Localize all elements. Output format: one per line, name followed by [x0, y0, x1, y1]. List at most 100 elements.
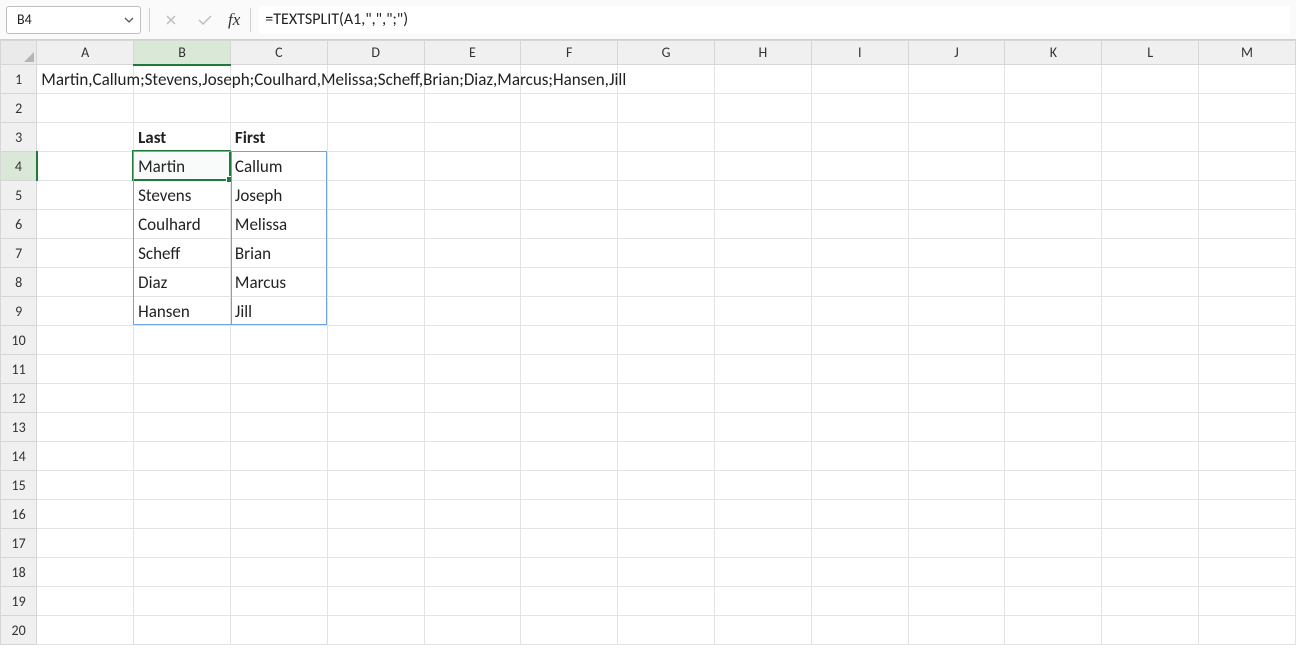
cell-E6[interactable] — [424, 210, 521, 239]
cell-L11[interactable] — [1102, 355, 1199, 384]
cell-J9[interactable] — [908, 297, 1005, 326]
row-header-18[interactable]: 18 — [1, 558, 37, 587]
cell-D3[interactable] — [327, 123, 424, 152]
cell-G9[interactable] — [618, 297, 715, 326]
cell-G13[interactable] — [618, 413, 715, 442]
cell-G15[interactable] — [618, 471, 715, 500]
cell-E1[interactable] — [424, 65, 521, 94]
cell-G5[interactable] — [618, 181, 715, 210]
cell-B13[interactable] — [134, 413, 231, 442]
cell-F17[interactable] — [521, 529, 618, 558]
cell-M20[interactable] — [1199, 616, 1296, 645]
column-header-G[interactable]: G — [618, 41, 715, 65]
cell-F9[interactable] — [521, 297, 618, 326]
cell-G3[interactable] — [618, 123, 715, 152]
cell-B17[interactable] — [134, 529, 231, 558]
cell-F4[interactable] — [521, 152, 618, 181]
cell-J6[interactable] — [908, 210, 1005, 239]
row-header-17[interactable]: 17 — [1, 529, 37, 558]
cell-B19[interactable] — [134, 587, 231, 616]
cell-A11[interactable] — [37, 355, 134, 384]
cell-D13[interactable] — [327, 413, 424, 442]
cell-M17[interactable] — [1199, 529, 1296, 558]
cell-G7[interactable] — [618, 239, 715, 268]
cell-H4[interactable] — [714, 152, 811, 181]
cell-I6[interactable] — [811, 210, 908, 239]
cell-E5[interactable] — [424, 181, 521, 210]
column-header-A[interactable]: A — [37, 41, 134, 65]
cell-M13[interactable] — [1199, 413, 1296, 442]
cell-K16[interactable] — [1005, 500, 1102, 529]
cell-G12[interactable] — [618, 384, 715, 413]
cell-I10[interactable] — [811, 326, 908, 355]
cell-I13[interactable] — [811, 413, 908, 442]
cell-M11[interactable] — [1199, 355, 1296, 384]
cell-B11[interactable] — [134, 355, 231, 384]
cell-F12[interactable] — [521, 384, 618, 413]
column-header-D[interactable]: D — [327, 41, 424, 65]
cell-B2[interactable] — [134, 94, 231, 123]
cell-J7[interactable] — [908, 239, 1005, 268]
cell-C1[interactable] — [230, 65, 327, 94]
cell-A1[interactable]: Martin,Callum;Stevens,Joseph;Coulhard,Me… — [37, 65, 134, 94]
cell-G4[interactable] — [618, 152, 715, 181]
cell-K6[interactable] — [1005, 210, 1102, 239]
cell-G14[interactable] — [618, 442, 715, 471]
cell-M14[interactable] — [1199, 442, 1296, 471]
cell-J3[interactable] — [908, 123, 1005, 152]
cell-I18[interactable] — [811, 558, 908, 587]
row-header-6[interactable]: 6 — [1, 210, 37, 239]
cell-F5[interactable] — [521, 181, 618, 210]
select-all-corner[interactable] — [1, 41, 37, 65]
cell-C14[interactable] — [230, 442, 327, 471]
column-header-E[interactable]: E — [424, 41, 521, 65]
cell-C3[interactable]: First — [230, 123, 327, 152]
cell-B15[interactable] — [134, 471, 231, 500]
cell-M7[interactable] — [1199, 239, 1296, 268]
cell-G1[interactable] — [618, 65, 715, 94]
cell-E19[interactable] — [424, 587, 521, 616]
cell-B18[interactable] — [134, 558, 231, 587]
cell-F8[interactable] — [521, 268, 618, 297]
cell-D14[interactable] — [327, 442, 424, 471]
cell-H5[interactable] — [714, 181, 811, 210]
cell-J17[interactable] — [908, 529, 1005, 558]
cell-I19[interactable] — [811, 587, 908, 616]
cell-E3[interactable] — [424, 123, 521, 152]
cell-B9[interactable]: Hansen — [134, 297, 231, 326]
cell-I1[interactable] — [811, 65, 908, 94]
cell-D6[interactable] — [327, 210, 424, 239]
cell-F18[interactable] — [521, 558, 618, 587]
cell-G16[interactable] — [618, 500, 715, 529]
cell-G2[interactable] — [618, 94, 715, 123]
cell-C6[interactable]: Melissa — [230, 210, 327, 239]
cell-H20[interactable] — [714, 616, 811, 645]
cell-K20[interactable] — [1005, 616, 1102, 645]
row-header-4[interactable]: 4 — [1, 152, 37, 181]
cell-C16[interactable] — [230, 500, 327, 529]
cell-I5[interactable] — [811, 181, 908, 210]
cell-H7[interactable] — [714, 239, 811, 268]
cell-L3[interactable] — [1102, 123, 1199, 152]
cell-G6[interactable] — [618, 210, 715, 239]
cell-C10[interactable] — [230, 326, 327, 355]
cell-K5[interactable] — [1005, 181, 1102, 210]
cell-D12[interactable] — [327, 384, 424, 413]
cell-A2[interactable] — [37, 94, 134, 123]
cell-J10[interactable] — [908, 326, 1005, 355]
cell-J16[interactable] — [908, 500, 1005, 529]
cell-G20[interactable] — [618, 616, 715, 645]
column-header-K[interactable]: K — [1005, 41, 1102, 65]
cell-I3[interactable] — [811, 123, 908, 152]
cell-M5[interactable] — [1199, 181, 1296, 210]
cell-M1[interactable] — [1199, 65, 1296, 94]
cell-D7[interactable] — [327, 239, 424, 268]
cell-K2[interactable] — [1005, 94, 1102, 123]
cell-F1[interactable] — [521, 65, 618, 94]
cell-H19[interactable] — [714, 587, 811, 616]
row-header-11[interactable]: 11 — [1, 355, 37, 384]
cell-M6[interactable] — [1199, 210, 1296, 239]
cell-C9[interactable]: Jill — [230, 297, 327, 326]
formula-input[interactable]: =TEXTSPLIT(A1,",",";") — [259, 6, 1290, 34]
cell-A13[interactable] — [37, 413, 134, 442]
